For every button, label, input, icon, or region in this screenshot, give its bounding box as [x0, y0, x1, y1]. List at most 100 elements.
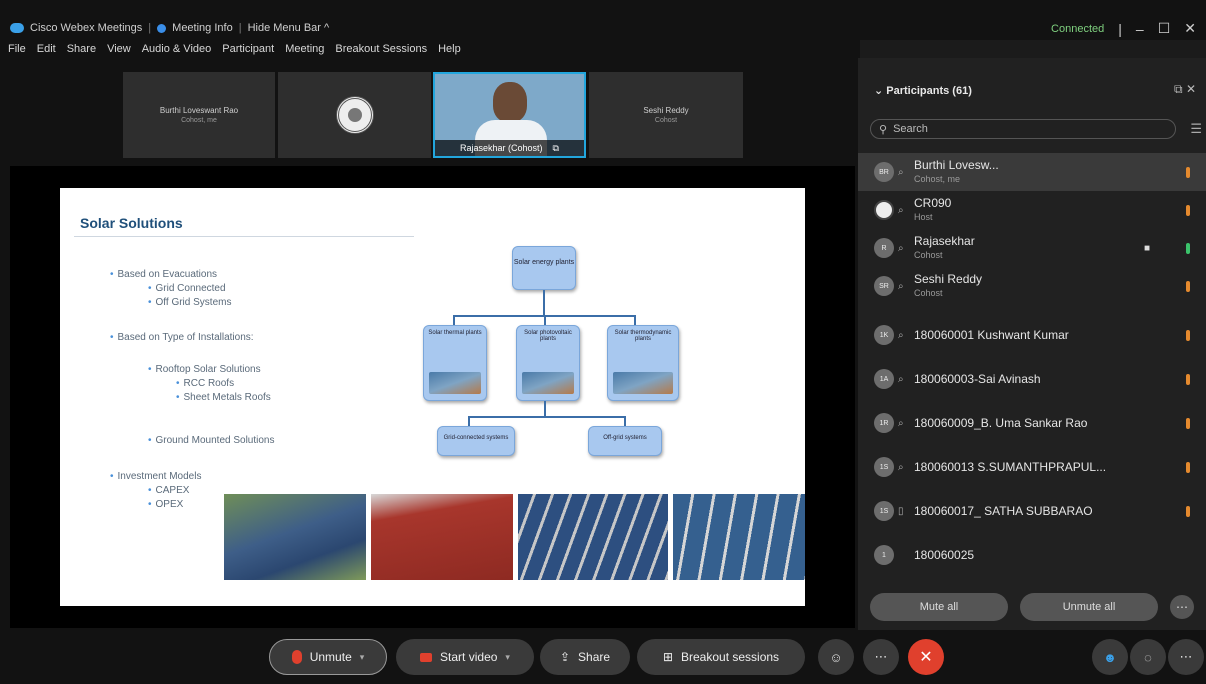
- separator: |: [148, 22, 152, 34]
- panel-footer: Mute all Unmute all ⋯: [870, 592, 1200, 622]
- maximize-icon[interactable]: ☐: [1158, 20, 1171, 37]
- diagram-box-label: Solar thermal plants: [428, 330, 482, 336]
- mic-active-icon[interactable]: [1186, 242, 1190, 254]
- university-seal-icon: [874, 200, 894, 220]
- audio-icon: ⌕: [898, 373, 904, 385]
- unmute-button[interactable]: Unmute ▾: [269, 639, 387, 675]
- menu-share[interactable]: Share: [67, 43, 96, 55]
- participant-row[interactable]: 1 180060025: [858, 536, 1206, 574]
- chevron-down-icon[interactable]: ▾: [360, 652, 365, 663]
- video-tile-name: Rajasekhar (Cohost): [460, 143, 543, 153]
- reactions-icon[interactable]: ☺: [818, 639, 854, 675]
- start-video-label: Start video: [440, 650, 498, 664]
- participant-row[interactable]: 1A ⌕ 180060003-Sai Avinash: [858, 360, 1206, 398]
- university-seal-icon: [335, 96, 374, 134]
- slide-bullet: Off Grid Systems: [148, 297, 232, 308]
- video-tile-name: Seshi Reddy: [643, 106, 689, 115]
- diagram-connector: [544, 315, 546, 325]
- chat-icon[interactable]: ◌: [1130, 639, 1166, 675]
- menu-bar: File Edit Share View Audio & Video Parti…: [0, 40, 860, 58]
- video-tile-host[interactable]: [278, 72, 431, 158]
- diagram-box-thermodynamic: Solar thermodynamic plants: [607, 325, 679, 401]
- sort-list-icon[interactable]: ☰: [1190, 121, 1202, 137]
- diagram-box-thermal: Solar thermal plants: [423, 325, 487, 401]
- video-tile-burthi[interactable]: Burthi Loveswant Rao Cohost, me: [123, 72, 275, 158]
- minimize-icon[interactable]: –: [1136, 21, 1144, 37]
- participant-name: 180060009_B. Uma Sankar Rao: [914, 416, 1088, 430]
- participants-toggle-icon[interactable]: ☻: [1092, 639, 1128, 675]
- slide-bullet: CAPEX: [148, 485, 190, 496]
- diagram-connector: [468, 416, 470, 426]
- menu-edit[interactable]: Edit: [37, 43, 56, 55]
- participant-name: Seshi Reddy: [914, 272, 983, 286]
- mic-muted-icon[interactable]: [1186, 461, 1190, 473]
- mic-muted-icon[interactable]: [1186, 505, 1190, 517]
- leave-meeting-button[interactable]: ✕: [908, 639, 944, 675]
- title-right: Connected | – ☐ ✕: [1051, 20, 1196, 37]
- participant-role: Cohost: [914, 288, 943, 298]
- mic-muted-icon[interactable]: [1186, 280, 1190, 292]
- participant-row[interactable]: 1S ⌕ 180060013 S.SUMANTHPRAPUL...: [858, 448, 1206, 486]
- menu-view[interactable]: View: [107, 43, 131, 55]
- connection-status[interactable]: Connected: [1051, 23, 1104, 35]
- menu-breakout-sessions[interactable]: Breakout Sessions: [335, 43, 427, 55]
- participant-row[interactable]: R ⌕ Rajasekhar Cohost ■: [858, 229, 1206, 267]
- close-panel-icon[interactable]: ✕: [1186, 82, 1196, 96]
- participant-search-input[interactable]: ⚲ Search: [870, 119, 1176, 139]
- diagram-connector: [624, 416, 626, 426]
- thermal-plant-image: [429, 372, 481, 394]
- more-icon[interactable]: ⋯: [863, 639, 899, 675]
- slide-bullet: Investment Models: [110, 471, 202, 482]
- popout-icon[interactable]: ⧉: [1174, 82, 1183, 96]
- pv-plant-image: [522, 372, 574, 394]
- more-options-icon[interactable]: ⋯: [1170, 595, 1194, 619]
- slide-title: Solar Solutions: [80, 215, 183, 231]
- participant-row[interactable]: 1R ⌕ 180060009_B. Uma Sankar Rao: [858, 404, 1206, 442]
- unmute-all-button[interactable]: Unmute all: [1020, 593, 1158, 621]
- mic-muted-icon[interactable]: [1186, 373, 1190, 385]
- video-tile-rajasekhar[interactable]: Rajasekhar (Cohost) ⧉: [433, 72, 586, 158]
- participant-row[interactable]: 1S ▯ 180060017_ SATHA SUBBARAO: [858, 492, 1206, 530]
- share-label: Share: [578, 650, 611, 664]
- presentation-slide: Solar Solutions Based on Evacuations Gri…: [60, 188, 805, 606]
- info-icon: [157, 23, 167, 33]
- participant-role: Cohost, me: [914, 174, 961, 184]
- menu-audio-video[interactable]: Audio & Video: [142, 43, 212, 55]
- participant-row[interactable]: SR ⌕ Seshi Reddy Cohost: [858, 267, 1206, 305]
- menu-help[interactable]: Help: [438, 43, 461, 55]
- participant-name: 180060003-Sai Avinash: [914, 372, 1041, 386]
- participant-row[interactable]: BR ⌕ Burthi Lovesw... Cohost, me: [858, 153, 1206, 191]
- breakout-sessions-button[interactable]: ⊞ Breakout sessions: [637, 639, 805, 675]
- menu-participant[interactable]: Participant: [222, 43, 274, 55]
- participant-row[interactable]: ⌕ CR090 Host: [858, 191, 1206, 229]
- participant-name: 180060017_ SATHA SUBBARAO: [914, 504, 1093, 518]
- chevron-down-icon[interactable]: ▾: [505, 652, 510, 663]
- mic-muted-icon[interactable]: [1186, 166, 1190, 178]
- close-icon[interactable]: ✕: [1184, 20, 1196, 37]
- video-tile-seshi[interactable]: Seshi Reddy Cohost: [589, 72, 743, 158]
- mute-all-button[interactable]: Mute all: [870, 593, 1008, 621]
- meeting-stage: Burthi Loveswant Rao Cohost, me Rajasekh…: [0, 58, 858, 630]
- meeting-controls: Unmute ▾ Start video ▾ ⇪ Share ⊞ Breakou…: [0, 630, 1206, 684]
- mic-muted-icon[interactable]: [1186, 329, 1190, 341]
- separator-icon: |: [1118, 20, 1122, 37]
- mic-muted-icon[interactable]: [1186, 417, 1190, 429]
- more-panels-icon[interactable]: ⋯: [1168, 639, 1204, 675]
- audio-icon: ⌕: [898, 417, 904, 429]
- phone-icon: ▯: [898, 505, 904, 517]
- menu-meeting[interactable]: Meeting: [285, 43, 324, 55]
- participant-row[interactable]: 1K ⌕ 180060001 Kushwant Kumar: [858, 316, 1206, 354]
- audio-icon: ⌕: [898, 280, 904, 292]
- meeting-info-link[interactable]: Meeting Info: [172, 22, 233, 34]
- share-button[interactable]: ⇪ Share: [540, 639, 630, 675]
- menu-file[interactable]: File: [8, 43, 26, 55]
- mic-muted-icon[interactable]: [1186, 204, 1190, 216]
- hide-menu-bar-button[interactable]: Hide Menu Bar ^: [248, 22, 330, 34]
- diagram-connector: [468, 416, 626, 418]
- diagram-box-label: Solar photovoltaic plants: [524, 330, 572, 342]
- participants-title[interactable]: ⌄ Participants (61): [874, 84, 972, 97]
- ground-mounted-solar-photo: [224, 494, 366, 580]
- start-video-button[interactable]: Start video ▾: [396, 639, 534, 675]
- slide-bullet: OPEX: [148, 499, 184, 510]
- participants-count: Participants (61): [886, 85, 972, 97]
